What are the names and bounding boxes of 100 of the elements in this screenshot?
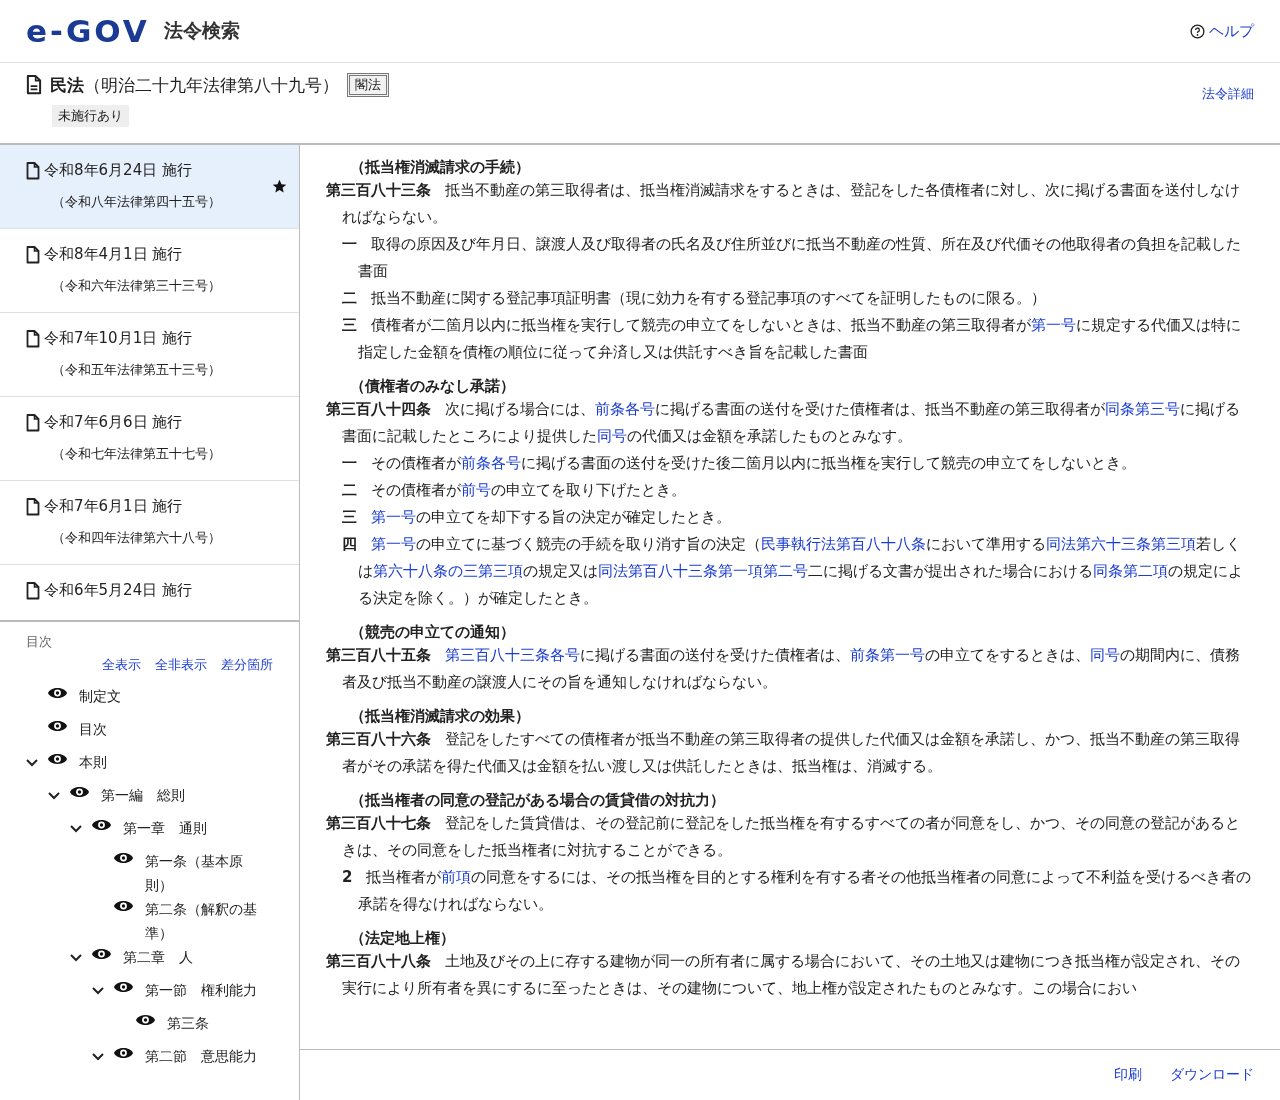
chevron-down-icon[interactable] xyxy=(92,987,104,995)
logo[interactable]: e-GOV xyxy=(26,13,150,49)
toc-item[interactable]: 第一節 権利能力 xyxy=(145,978,257,1002)
amending-law-number: （令和七年法律第五十七号） xyxy=(52,446,221,463)
eye-icon[interactable] xyxy=(70,786,89,798)
article-caption: （債権者のみなし承諾） xyxy=(349,376,516,396)
document-icon xyxy=(26,413,40,432)
toc-item[interactable]: 第二条（解釈の基準） xyxy=(145,897,265,945)
toc-item[interactable]: 第一編 総則 xyxy=(101,783,185,807)
toc-action-link[interactable]: 全非表示 xyxy=(155,657,207,674)
article-text: 第三百八十七条 登記をした賃貸借は、その登記前に登記をした抵当権を有するすべての者が同意をし、かつ、その同意の登記があるときは、その同意をした抵当権者に対抗することができる。 xyxy=(326,813,1241,861)
toc-heading: 目次 xyxy=(26,634,53,651)
document-icon xyxy=(26,497,40,516)
eye-icon[interactable] xyxy=(114,900,133,912)
effective-date: 令和6年5月24日 施行 xyxy=(44,581,192,600)
chevron-down-icon[interactable] xyxy=(26,759,38,767)
toc-item[interactable]: 第二節 意思能力 xyxy=(145,1044,257,1068)
article-caption: （抵当権者の同意の登記がある場合の賃貸借の対抗力） xyxy=(349,790,726,810)
eye-icon[interactable] xyxy=(92,948,111,960)
toc-item[interactable]: 制定文 xyxy=(79,684,121,708)
version-item[interactable]: 令和8年4月1日 施行 （令和六年法律第三十三号） xyxy=(0,229,299,313)
effective-date: 令和8年4月1日 施行 xyxy=(44,245,183,264)
law-reference-link[interactable]: 民事執行法第百八十八条 xyxy=(761,535,926,553)
document-icon xyxy=(26,75,42,95)
effective-date: 令和8年6月24日 施行 xyxy=(44,161,192,180)
article-item: 三 第一号の申立てを却下する旨の決定が確定したとき。 xyxy=(341,507,732,528)
version-item[interactable]: 令和8年6月24日 施行 （令和八年法律第四十五号） xyxy=(0,145,299,229)
article-item: 一 取得の原因及び年月日、譲渡人及び取得者の氏名及び住所並びに抵当不動産の性質、所在及び代価その他取得者の負担を記載した書面 xyxy=(341,234,1242,282)
article-item: 2 抵当権者が前項の同意をするには、その抵当権を目的とする権利を有する者その他抵当権者の同意によって不利益を受けるべき者の承諾を得なければならない。 xyxy=(341,867,1253,915)
law-reference-link[interactable]: 同法第六十三条第三項 xyxy=(1046,535,1196,553)
law-reference-link[interactable]: 第六十八条の三第三項 xyxy=(373,562,523,580)
amending-law-number: （令和六年法律第三十三号） xyxy=(52,278,221,295)
toc-item[interactable]: 第一条（基本原則） xyxy=(145,849,265,897)
version-item[interactable]: 令和6年5月24日 施行 xyxy=(0,565,299,620)
law-reference-link[interactable]: 前条第一号 xyxy=(850,646,925,664)
law-reference-link[interactable]: 同法第百八十三条第一項第二号 xyxy=(598,562,808,580)
chevron-down-icon[interactable] xyxy=(70,825,82,833)
effective-date: 令和7年6月1日 施行 xyxy=(44,497,183,516)
article-item: 二 その債権者が前号の申立てを取り下げたとき。 xyxy=(341,480,687,501)
law-reference-link[interactable]: 前項 xyxy=(441,868,472,886)
law-reference-link[interactable]: 第一号 xyxy=(1031,316,1076,334)
law-type-badge: 閣法 xyxy=(347,73,389,97)
law-reference-link[interactable]: 同号 xyxy=(1090,646,1120,664)
article-item: 三 債権者が二箇月以内に抵当権を実行して競売の申立てをしないときは、抵当不動産の第三取得者が第一号に規定する代価又は特に指定した金額を債権の順位に従って弁済し又は供託すべき旨を記載した書面 xyxy=(341,315,1242,363)
eye-icon[interactable] xyxy=(48,687,67,699)
eye-icon[interactable] xyxy=(114,852,133,864)
version-item[interactable]: 令和7年6月1日 施行 （令和四年法律第六十八号） xyxy=(0,481,299,565)
article-text: 第三百八十六条 登記をしたすべての債権者が抵当不動産の第三取得者の提供した代価又は金額を承諾し、かつ、抵当不動産の第三取得者がその承諾を得た代価又は金額を払い渡し又は供託したときは、抵当権は、消滅する。 xyxy=(326,729,1241,777)
eye-icon[interactable] xyxy=(92,819,111,831)
status-tag: 未施行あり xyxy=(52,105,129,127)
toc-item[interactable]: 目次 xyxy=(79,717,107,741)
law-reference-link[interactable]: 同号 xyxy=(597,427,627,445)
version-item[interactable]: 令和7年10月1日 施行 （令和五年法律第五十三号） xyxy=(0,313,299,397)
law-reference-link[interactable]: 第一号 xyxy=(371,508,416,526)
effective-date: 令和7年6月6日 施行 xyxy=(44,413,183,432)
law-reference-link[interactable]: 前条各号 xyxy=(595,400,655,418)
toc-item[interactable]: 第三条 xyxy=(167,1011,209,1035)
law-reference-link[interactable]: 前号 xyxy=(461,481,491,499)
document-icon xyxy=(26,161,40,180)
article-item: 二 抵当不動産に関する登記事項証明書（現に効力を有する登記事項のすべてを証明したものに限る。） xyxy=(341,288,1047,309)
chevron-down-icon[interactable] xyxy=(70,954,82,962)
amending-law-number: （令和四年法律第六十八号） xyxy=(52,530,221,547)
article-caption: （競売の申立ての通知） xyxy=(349,622,516,642)
eye-icon[interactable] xyxy=(114,981,133,993)
article-caption: （抵当権消滅請求の効果） xyxy=(349,706,531,726)
version-item[interactable]: 令和7年6月6日 施行 （令和七年法律第五十七号） xyxy=(0,397,299,481)
toc-action-link[interactable]: 差分箇所 xyxy=(221,657,273,674)
toc-item[interactable]: 本則 xyxy=(79,750,107,774)
toc-action-link[interactable]: 全表示 xyxy=(102,657,141,674)
chevron-down-icon[interactable] xyxy=(48,792,60,800)
help-icon xyxy=(1190,23,1205,39)
article-item: 一 その債権者が前条各号に掲げる書面の送付を受けた後二箇月以内に抵当権を実行して競売の申立てをしないとき。 xyxy=(341,453,1137,474)
service-title: 法令検索 xyxy=(163,18,240,43)
article-text: 第三百八十五条 第三百八十三条各号に掲げる書面の送付を受けた債権者は、前条第一号の申立てをするときは、同号の期間内に、債務者及び抵当不動産の譲渡人にその旨を通知しなければならない。 xyxy=(326,645,1241,693)
footer-link[interactable]: ダウンロード xyxy=(1170,1066,1254,1084)
article-text: 第三百八十三条 抵当不動産の第三取得者は、抵当権消滅請求をするときは、登記をした各債権者に対し、次に掲げる書面を送付しなければならない。 xyxy=(326,180,1241,228)
document-icon xyxy=(26,329,40,348)
toc-item[interactable]: 第一章 通則 xyxy=(123,816,207,840)
law-reference-link[interactable]: 同条第二項 xyxy=(1093,562,1168,580)
document-icon xyxy=(26,245,40,264)
amending-law-number: （令和五年法律第五十三号） xyxy=(52,362,221,379)
footer-link[interactable]: 印刷 xyxy=(1114,1066,1142,1084)
eye-icon[interactable] xyxy=(114,1047,133,1059)
amending-law-number: （令和八年法律第四十五号） xyxy=(52,194,221,211)
document-icon xyxy=(26,581,40,600)
law-reference-link[interactable]: 前条各号 xyxy=(461,454,521,472)
toc-item[interactable]: 第二章 人 xyxy=(123,945,193,969)
law-details-link[interactable]: 法令詳細 xyxy=(1202,85,1254,143)
article-caption: （抵当権消滅請求の手続） xyxy=(349,157,531,177)
law-reference-link[interactable]: 第三百八十三条各号 xyxy=(445,646,580,664)
law-reference-link[interactable]: 第一号 xyxy=(371,535,416,553)
chevron-down-icon[interactable] xyxy=(92,1053,104,1061)
effective-date: 令和7年10月1日 施行 xyxy=(44,329,192,348)
eye-icon[interactable] xyxy=(136,1014,155,1026)
help-link[interactable]: ヘルプ xyxy=(1190,21,1254,41)
article-text: 第三百八十八条 土地及びその上に存する建物が同一の所有者に属する場合において、その土地又は建物につき抵当権が設定され、その実行により所有者を異にするに至ったときは、その建物について、地上権が設定されたものとみなす。この場合におい xyxy=(326,951,1241,999)
law-title: 民法（明治二十九年法律第八十九号） xyxy=(50,73,339,97)
eye-icon[interactable] xyxy=(48,753,67,765)
eye-icon[interactable] xyxy=(48,720,67,732)
law-reference-link[interactable]: 同条第三号 xyxy=(1105,400,1180,418)
